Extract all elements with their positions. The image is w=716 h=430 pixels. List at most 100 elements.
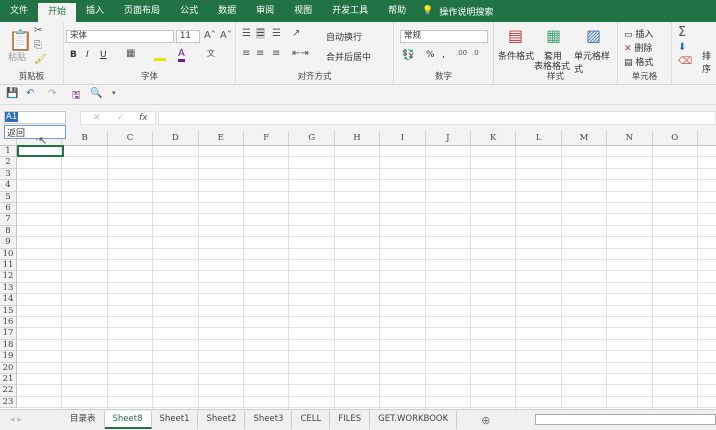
sheet-tab[interactable]: CELL — [292, 411, 331, 429]
align-middle-icon[interactable]: ☰ — [256, 28, 265, 39]
undo-icon[interactable]: ↶ — [26, 88, 34, 99]
row-header[interactable]: 9 — [0, 237, 17, 249]
row-header[interactable]: 8 — [0, 225, 17, 238]
increase-font-icon[interactable]: A˄ — [204, 30, 216, 41]
autosum-icon[interactable]: Σ — [678, 25, 686, 40]
column-header[interactable]: D — [153, 131, 199, 146]
column-header[interactable] — [698, 131, 716, 146]
sheet-tab[interactable]: Sheet3 — [245, 411, 293, 429]
column-header[interactable]: O — [652, 131, 698, 146]
formula-input[interactable] — [158, 111, 716, 125]
sheet-tab[interactable]: Sheet1 — [152, 411, 199, 429]
row-header[interactable]: 17 — [0, 328, 17, 340]
font-color-icon[interactable]: A — [178, 48, 185, 62]
column-header[interactable]: G — [289, 131, 335, 146]
underline-button[interactable]: U — [100, 50, 107, 60]
delete-cells-button[interactable]: ✕ 删除 — [624, 41, 652, 54]
conditional-format-icon[interactable]: ▤ — [508, 26, 523, 45]
row-header[interactable]: 18 — [0, 339, 17, 352]
ribbon-tab[interactable]: 视图 — [284, 0, 322, 22]
clear-icon[interactable]: ⌫ — [678, 56, 692, 67]
paste-label[interactable]: 粘贴 — [8, 50, 26, 63]
horizontal-scrollbar[interactable] — [535, 414, 716, 425]
row-header[interactable]: 14 — [0, 294, 17, 306]
decrease-font-icon[interactable]: A˅ — [220, 30, 232, 41]
column-header[interactable]: C — [107, 131, 154, 146]
wrap-text-button[interactable]: 自动换行 — [326, 30, 362, 43]
worksheet-grid[interactable]: ABCDEFGHIJKLMNO1234567891011121314151617… — [0, 131, 716, 409]
save-icon[interactable]: 💾 — [6, 88, 18, 99]
row-header[interactable]: 11 — [0, 260, 17, 272]
align-center-icon[interactable]: ≡ — [256, 48, 264, 59]
increase-decimal-icon[interactable]: .00 — [456, 49, 467, 57]
ribbon-tab[interactable]: 帮助 — [378, 0, 416, 22]
insert-cells-button[interactable]: ▭ 插入 — [624, 27, 653, 40]
row-header[interactable]: 16 — [0, 317, 17, 329]
insert-function-icon[interactable]: fx — [139, 113, 148, 123]
comma-button[interactable]: , — [442, 50, 445, 60]
fill-color-icon[interactable] — [154, 58, 166, 61]
merge-center-button[interactable]: 合并后居中 — [326, 50, 371, 63]
column-header[interactable]: N — [607, 131, 653, 146]
column-header[interactable]: F — [244, 131, 290, 146]
save-as-icon[interactable]: 🖫 — [72, 88, 81, 105]
row-header[interactable]: 7 — [0, 214, 17, 226]
row-header[interactable]: 13 — [0, 282, 17, 295]
cut-icon[interactable]: ✂ — [34, 25, 42, 36]
row-header[interactable]: 3 — [0, 168, 17, 181]
format-painter-icon[interactable]: 🖌 — [34, 54, 47, 65]
number-format-select[interactable]: 常规 — [400, 30, 488, 43]
ribbon-tab[interactable]: 页面布局 — [114, 0, 170, 22]
ribbon-tab[interactable]: 开发工具 — [322, 0, 378, 22]
column-header[interactable]: E — [198, 131, 244, 146]
row-header[interactable]: 23 — [0, 396, 17, 409]
sheet-tab[interactable]: Sheet2 — [198, 411, 246, 429]
ribbon-tab[interactable]: 审阅 — [246, 0, 284, 22]
row-header[interactable]: 19 — [0, 351, 17, 363]
ribbon-tab[interactable]: 公式 — [170, 0, 208, 22]
paste-icon[interactable]: 📋 — [8, 28, 33, 52]
row-header[interactable]: 6 — [0, 203, 17, 215]
percent-button[interactable]: % — [426, 50, 435, 60]
sheet-tab[interactable]: 目录表 — [62, 411, 105, 429]
currency-icon[interactable]: 💱 — [402, 50, 414, 61]
sheet-tab[interactable]: FILES — [330, 411, 371, 429]
name-box[interactable]: A1 — [4, 111, 66, 124]
column-header[interactable]: I — [380, 131, 426, 146]
sheet-tab[interactable]: Sheet8 — [104, 411, 152, 429]
column-header[interactable]: B — [62, 131, 108, 146]
name-box-dropdown-item[interactable]: 返回 — [4, 125, 66, 139]
ribbon-tab[interactable]: 文件 — [0, 0, 38, 22]
orientation-icon[interactable]: ↗ — [292, 28, 300, 39]
sort-button[interactable]: 排序 — [702, 49, 716, 75]
cell-styles-icon[interactable]: ▨ — [586, 26, 601, 45]
conditional-format-button[interactable]: 条件格式 — [498, 49, 534, 62]
customize-qat-icon[interactable]: ▾ — [112, 89, 116, 97]
indent-icon[interactable]: ⇤⇥ — [292, 48, 309, 59]
row-header[interactable]: 4 — [0, 180, 17, 192]
ribbon-tab[interactable]: 数据 — [208, 0, 246, 22]
decrease-decimal-icon[interactable]: .0 — [472, 49, 479, 57]
row-header[interactable]: 21 — [0, 374, 17, 386]
border-icon[interactable]: ▦ — [126, 48, 135, 59]
tell-me-search[interactable]: 💡 操作说明搜索 — [422, 5, 493, 18]
sheet-tab[interactable]: GET.WORKBOOK — [370, 411, 458, 429]
font-size-select[interactable]: 11 — [176, 30, 200, 43]
row-header[interactable]: 5 — [0, 191, 17, 203]
column-header[interactable]: K — [471, 131, 517, 146]
fill-icon[interactable]: ⬇ — [678, 42, 686, 53]
align-bottom-icon[interactable]: ☰ — [272, 28, 281, 39]
column-header[interactable]: H — [334, 131, 381, 146]
phonetic-icon[interactable]: 文 — [207, 48, 215, 59]
row-header[interactable]: 15 — [0, 305, 17, 317]
row-header[interactable]: 20 — [0, 362, 17, 374]
row-header[interactable]: 22 — [0, 385, 17, 397]
bold-button[interactable]: B — [70, 50, 77, 60]
align-left-icon[interactable]: ≡ — [242, 48, 250, 59]
ribbon-tab[interactable]: 插入 — [76, 0, 114, 22]
column-header[interactable]: L — [516, 131, 562, 146]
format-cells-button[interactable]: ▤ 格式 — [624, 55, 653, 68]
cancel-icon[interactable]: ✕ — [93, 113, 101, 123]
row-header[interactable]: 1 — [0, 146, 17, 158]
format-table-icon[interactable]: ▦ — [546, 26, 561, 45]
